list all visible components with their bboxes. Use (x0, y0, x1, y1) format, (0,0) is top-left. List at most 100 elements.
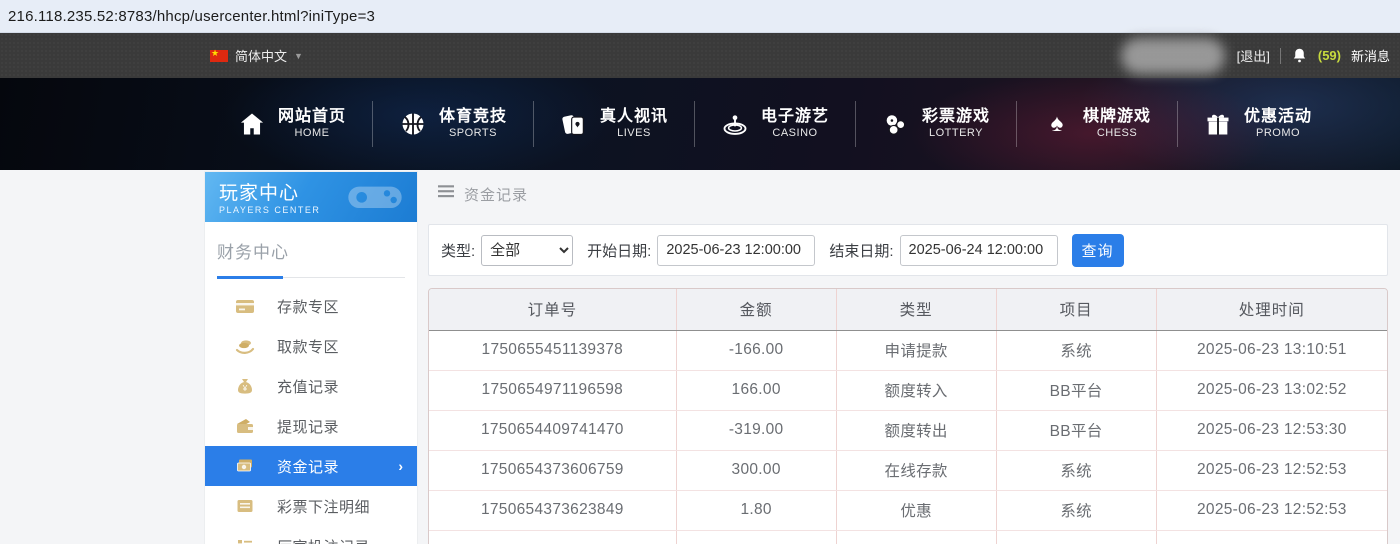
nav-label-en: HOME (294, 127, 330, 140)
cell-process-time: 2025-06-23 13:10:51 (1155, 330, 1387, 371)
cell-amount: -166.00 (675, 330, 837, 371)
cell-order-number: 1750655451139378 (429, 330, 677, 371)
gamepad-icon (343, 176, 407, 221)
nav-item-casino[interactable]: 电子游艺 CASINO (695, 107, 855, 141)
cell-type: 额度转入 (835, 370, 997, 411)
china-flag-icon: ★ (210, 48, 228, 62)
filter-bar: 类型: 全部 开始日期: 结束日期: 查询 (428, 224, 1388, 276)
svg-text:¥: ¥ (242, 384, 248, 393)
sidebar-item-withdraw-zone[interactable]: 取款专区 (205, 326, 417, 366)
page-title: 资金记录 (464, 186, 529, 204)
table-row-partial (429, 530, 1387, 544)
sidebar-menu: 存款专区 取款专区 ¥ 充值记录 提现记录 资金记录 › 彩票下注明细 (205, 286, 417, 544)
cell-project: 系统 (995, 450, 1157, 491)
basketball-icon (399, 110, 427, 138)
col-amount: 金额 (675, 289, 837, 331)
table-row: 1750655451139378 -166.00 申请提款 系统 2025-06… (429, 330, 1387, 371)
nav-label-en: LIVES (617, 127, 651, 140)
start-date-label: 开始日期: (587, 242, 652, 260)
spade-icon: ♠ (1050, 110, 1064, 137)
language-selector[interactable]: ★ 简体中文 ▼ (210, 46, 303, 65)
end-date-input[interactable] (899, 234, 1058, 266)
sidebar-item-label: 厅室投注记录 (277, 536, 370, 544)
col-process-time: 处理时间 (1155, 289, 1387, 331)
chevron-down-icon: ▼ (294, 50, 303, 61)
nav-item-promo[interactable]: 优惠活动 PROMO (1178, 107, 1338, 141)
cell-type: 优惠 (835, 490, 997, 531)
roulette-icon (721, 110, 749, 138)
main-content: 资金记录 类型: 全部 开始日期: 结束日期: 查询 订单号 金额 类型 项目 … (428, 172, 1388, 544)
cell-type: 在线存款 (835, 450, 997, 491)
list-icon (235, 536, 255, 544)
col-type: 类型 (835, 289, 997, 331)
new-messages-link[interactable]: 新消息 (1351, 46, 1390, 65)
table-row: 1750654409741470 -319.00 额度转出 BB平台 2025-… (429, 410, 1387, 451)
nav-label-en: CHESS (1096, 127, 1138, 140)
bank-card-icon (235, 296, 255, 316)
username-redacted (1121, 38, 1225, 74)
playing-cards-icon (560, 110, 588, 138)
sidebar-header: 玩家中心 PLAYERS CENTER (205, 172, 417, 222)
home-icon (238, 110, 266, 138)
table-header-row: 订单号 金额 类型 项目 处理时间 (429, 289, 1387, 331)
sidebar-item-recharge-records[interactable]: ¥ 充值记录 (205, 366, 417, 406)
type-label: 类型: (441, 242, 476, 260)
sidebar-item-lottery-bet-details[interactable]: 彩票下注明细 (205, 486, 417, 526)
sidebar-item-label: 彩票下注明细 (277, 498, 371, 516)
cell-process-time: 2025-06-23 13:02:52 (1155, 370, 1387, 411)
cell-process-time: 2025-06-23 12:52:53 (1155, 450, 1387, 491)
nav-label-en: CASINO (772, 127, 818, 140)
sidebar-item-deposit-zone[interactable]: 存款专区 (205, 286, 417, 326)
divider (1279, 47, 1281, 64)
funds-record-table: 订单号 金额 类型 项目 处理时间 1750655451139378 -166.… (428, 288, 1388, 544)
hand-money-icon (235, 336, 255, 356)
sidebar-item-label: 取款专区 (277, 338, 340, 356)
cell-project: BB平台 (995, 410, 1157, 451)
start-date-input[interactable] (657, 234, 816, 266)
browser-address-bar[interactable]: 216.118.235.52:8783/hhcp/usercenter.html… (0, 0, 1400, 33)
hamburger-icon (438, 185, 454, 203)
sidebar-item-withdrawal-records[interactable]: 提现记录 (205, 406, 417, 446)
sidebar-item-label: 充值记录 (277, 378, 340, 396)
nav-label-zh: 体育竞技 (438, 108, 507, 126)
nav-label-zh: 棋牌游戏 (1083, 108, 1152, 126)
section-underline (217, 276, 405, 279)
sidebar-item-hall-bet-records[interactable]: 厅室投注记录 (205, 526, 417, 544)
page-url[interactable]: 216.118.235.52:8783/hhcp/usercenter.html… (8, 8, 375, 25)
logout-button[interactable]: [退出] (1237, 46, 1270, 65)
table-row: 1750654373606759 300.00 在线存款 系统 2025-06-… (429, 450, 1387, 491)
cell-amount: -319.00 (675, 410, 837, 451)
money-bag-icon: ¥ (235, 376, 255, 396)
nav-item-lottery[interactable]: 彩票游戏 LOTTERY (856, 107, 1016, 141)
cell-type: 额度转出 (835, 410, 997, 451)
lottery-balls-icon (882, 110, 910, 138)
type-select[interactable]: 全部 (481, 234, 574, 266)
nav-label-zh: 网站首页 (277, 108, 346, 126)
cell-process-time: 2025-06-23 12:53:30 (1155, 410, 1387, 451)
search-button[interactable]: 查询 (1071, 233, 1124, 267)
cell-order-number: 1750654373623849 (429, 490, 677, 531)
wallet-icon (235, 416, 255, 436)
nav-item-home[interactable]: 网站首页 HOME (212, 107, 372, 141)
breadcrumb: 资金记录 (428, 172, 1388, 216)
message-count[interactable]: (59) (1318, 48, 1341, 63)
cell-project: 系统 (995, 330, 1157, 371)
bell-icon[interactable] (1291, 47, 1308, 64)
table-row: 1750654971196598 166.00 额度转入 BB平台 2025-0… (429, 370, 1387, 411)
nav-item-sports[interactable]: 体育竞技 SPORTS (373, 107, 533, 141)
cell-amount: 1.80 (675, 490, 837, 531)
col-order-number: 订单号 (429, 289, 677, 331)
nav-label-en: PROMO (1256, 127, 1301, 140)
cell-amount: 166.00 (675, 370, 837, 411)
sidebar-item-label: 存款专区 (277, 298, 340, 316)
table-row: 1750654373623849 1.80 优惠 系统 2025-06-23 1… (429, 490, 1387, 531)
nav-label-zh: 优惠活动 (1244, 108, 1313, 126)
nav-item-lives[interactable]: 真人视讯 LIVES (534, 107, 694, 141)
nav-item-chess[interactable]: ♠ 棋牌游戏 CHESS (1017, 107, 1177, 141)
cell-project: BB平台 (995, 370, 1157, 411)
cell-order-number: 1750654971196598 (429, 370, 677, 411)
sidebar-item-funds-records[interactable]: 资金记录 › (205, 446, 417, 486)
sidebar-item-label: 提现记录 (277, 418, 340, 436)
nav-label-zh: 真人视讯 (599, 108, 668, 126)
document-icon (235, 496, 255, 516)
